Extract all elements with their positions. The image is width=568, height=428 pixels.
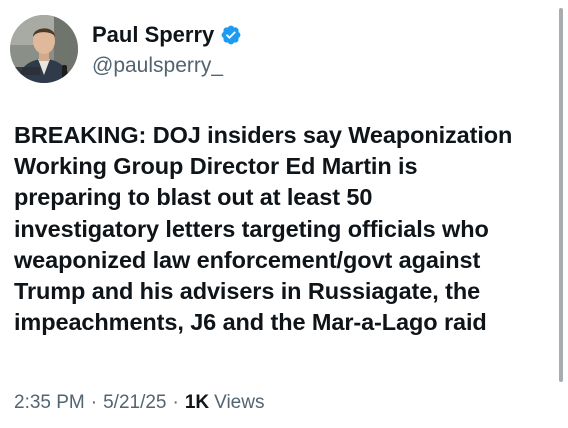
tweet-time[interactable]: 2:35 PM [14, 392, 85, 414]
tweet-text-line: BREAKING: DOJ insiders say Weaponization [14, 122, 513, 148]
tweet-text-line: Trump and his advisers in Russiagate, th… [14, 278, 481, 305]
avatar-photo [10, 15, 78, 83]
meta-separator: · [172, 392, 179, 413]
views-label: Views [214, 392, 265, 413]
tweet-text: BREAKING: DOJ insiders say Weaponization… [14, 120, 552, 338]
avatar[interactable] [10, 15, 78, 83]
author-handle[interactable]: @paulsperry_ [92, 54, 223, 78]
tweet-text-line: weaponized law enforcement/govt against [14, 246, 481, 273]
meta-separator: · [90, 392, 98, 413]
scrollbar[interactable] [559, 8, 563, 382]
tweet-text-line: Working Group Director Ed Martin is [14, 153, 418, 180]
tweet-date[interactable]: 5/21/25 [103, 392, 166, 414]
views-count: 1K [184, 392, 210, 413]
author-display-name[interactable]: Paul Sperry [92, 22, 214, 48]
tweet-text-line: investigatory letters targeting official… [14, 215, 489, 242]
tweet-text-line: impeachments, J6 and the Mar-a-Lago raid [14, 309, 487, 336]
tweet-text-line: preparing to blast out at least 50 [14, 184, 373, 211]
tweet-card: Paul Sperry @paulsperry_ BREAKING: DOJ i… [0, 0, 568, 428]
tweet-meta: 2:35 PM · 5/21/25 · 1K Views [14, 392, 264, 414]
verified-badge-icon [220, 24, 242, 46]
author-name-row: Paul Sperry [92, 20, 242, 50]
